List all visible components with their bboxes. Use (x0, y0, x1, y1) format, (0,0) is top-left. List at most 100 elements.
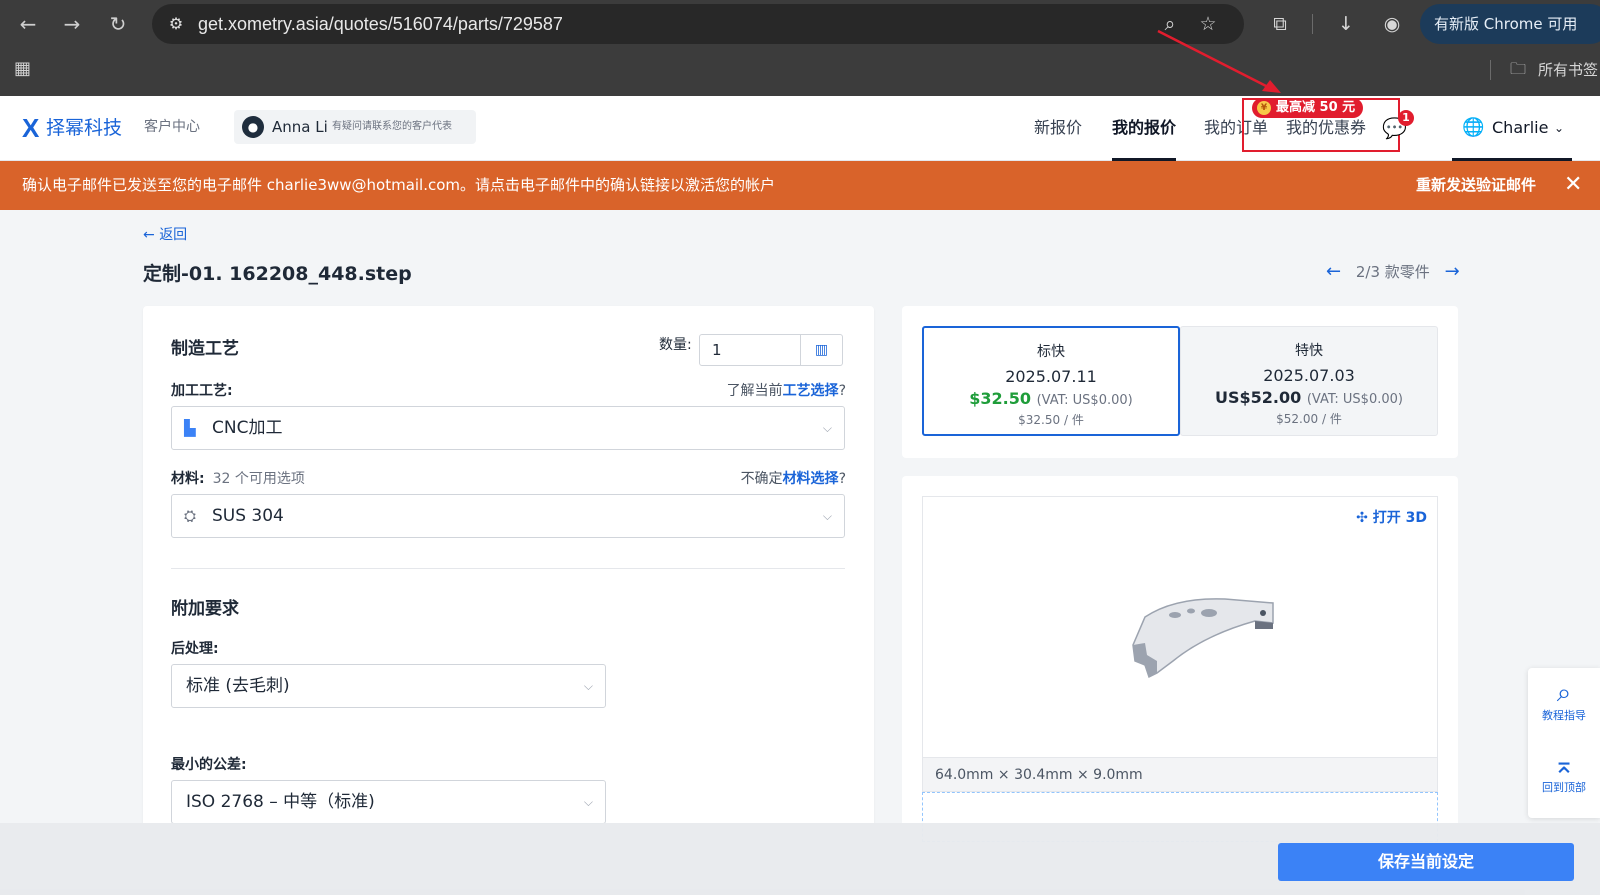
chevron-down-icon: ⌵ (583, 679, 593, 693)
process-help-prefix: 了解当前 (726, 383, 783, 399)
quantity-chart-icon[interactable]: ▥ (801, 334, 843, 366)
back-to-top-label: 回到顶部 (1542, 781, 1586, 794)
open-3d-button[interactable]: ✣ 打开 3D (1356, 507, 1427, 529)
manufacturing-title: 制造工艺 (171, 339, 239, 359)
open-3d-label: 打开 3D (1372, 510, 1427, 526)
lead-time-option-standard[interactable]: 标快 2025.07.11 $32.50 (VAT: US$0.00) $32.… (922, 326, 1180, 436)
folder-icon: 🗀 (1510, 59, 1527, 78)
process-help-link[interactable]: 了解当前工艺选择? (727, 380, 846, 402)
tolerance-label: 最小的公差: (171, 757, 247, 773)
rep-hint: 有疑问请联系您的客户代表 (332, 121, 452, 132)
account-rep-box[interactable]: ● Anna Li 有疑问请联系您的客户代表 (234, 110, 476, 144)
additional-requirements-title: 附加要求 (171, 599, 239, 619)
prev-part-arrow-icon[interactable]: ← (1326, 261, 1341, 282)
configuration-card: 制造工艺 数量: 1 ▥ 加工工艺: 了解当前工艺选择? ▙ CNC加工 ⌵ 材… (143, 306, 874, 846)
cnc-machine-icon: ▙ (184, 419, 196, 437)
chevron-down-icon: ⌵ (583, 795, 593, 809)
chevron-down-icon: ⌵ (822, 509, 832, 523)
material-select[interactable]: ⛭ SUS 304 ⌵ (171, 494, 845, 538)
nav-my-quotes[interactable]: 我的报价 (1112, 116, 1176, 140)
option-price-value: US$52.00 (1215, 388, 1302, 407)
part-dimensions: 64.0mm × 30.4mm × 9.0mm (935, 767, 1143, 783)
chrome-update-button[interactable]: 有新版 Chrome 可用 (1420, 4, 1600, 44)
option-unit-price: $52.00 / 件 (1276, 412, 1342, 426)
option-date: 2025.07.03 (1263, 366, 1355, 385)
pager-label: 2/3 款零件 (1355, 263, 1430, 281)
tolerance-value: ISO 2768 – 中等（标准) (186, 792, 375, 812)
material-help-link[interactable]: 不确定材料选择? (741, 468, 846, 490)
process-value: CNC加工 (212, 418, 283, 438)
process-label: 加工工艺: (171, 383, 233, 399)
process-select[interactable]: ▙ CNC加工 ⌵ (171, 406, 845, 450)
part-preview[interactable]: ✣ 打开 3D (922, 496, 1438, 758)
resend-email-button[interactable]: 重新发送验证邮件 (1416, 174, 1536, 196)
close-icon[interactable]: ✕ (1564, 171, 1582, 199)
reload-icon[interactable]: ↻ (104, 10, 132, 38)
option-price-value: $32.50 (969, 389, 1032, 408)
rep-name: Anna Li (272, 118, 328, 136)
bookmarks-divider (1490, 60, 1491, 80)
option-date: 2025.07.11 (1005, 367, 1097, 386)
rep-avatar-icon: ● (242, 116, 264, 138)
profile-icon[interactable]: ◉ (1378, 10, 1406, 38)
site-header: X 择幂科技 客户中心 ● Anna Li 有疑问请联系您的客户代表 新报价 我… (0, 96, 1600, 161)
arrow-up-icon: ⌅ (1553, 750, 1575, 780)
material-help-link-text[interactable]: 材料选择 (783, 471, 839, 487)
tolerance-select[interactable]: ISO 2768 – 中等（标准) ⌵ (171, 780, 606, 824)
back-arrow-icon[interactable]: ← (14, 10, 42, 38)
globe-icon[interactable]: 🌐 (1462, 117, 1484, 139)
material-icon: ⛭ (184, 507, 197, 525)
chevron-down-icon[interactable]: ⌄ (1554, 116, 1564, 140)
material-options-count: 32 个可用选项 (212, 471, 305, 487)
bottom-action-bar: 保存当前设定 (0, 823, 1600, 895)
apps-grid-icon[interactable]: ▦ (14, 58, 36, 80)
option-name: 标快 (1037, 344, 1065, 360)
quantity-input[interactable]: 1 (699, 334, 801, 366)
customer-center-link[interactable]: 客户中心 (144, 116, 200, 138)
back-link[interactable]: ← 返回 (143, 224, 187, 246)
section-divider (171, 568, 845, 569)
browser-toolbar: ← → ↻ ⚙ get.xometry.asia/quotes/516074/p… (0, 0, 1600, 96)
user-menu[interactable]: Charlie (1492, 116, 1548, 140)
material-label-text: 材料: (171, 471, 205, 487)
download-icon[interactable]: ↓ (1332, 10, 1360, 38)
all-bookmarks-link[interactable]: 所有书签 (1538, 58, 1598, 82)
extensions-icon[interactable]: ⧉ (1266, 10, 1294, 38)
bookmark-star-icon[interactable]: ☆ (1196, 12, 1220, 36)
logo-x-icon[interactable]: X (22, 114, 39, 142)
back-arrow-icon: ← (143, 227, 160, 243)
question-mark: ? (838, 383, 846, 399)
option-name: 特快 (1295, 343, 1323, 359)
zoom-icon[interactable]: ⌕ (1158, 12, 1182, 36)
material-label: 材料: 32 个可用选项 (171, 468, 305, 490)
lead-time-card: 标快 2025.07.11 $32.50 (VAT: US$0.00) $32.… (902, 306, 1458, 458)
option-price: $32.50 (VAT: US$0.00) (924, 388, 1178, 412)
logo-text[interactable]: 择幂科技 (46, 115, 122, 141)
save-settings-button[interactable]: 保存当前设定 (1278, 843, 1574, 881)
back-to-top-button[interactable]: ⌅ 回到顶部 (1528, 750, 1600, 796)
part-preview-card: ✣ 打开 3D 64.0mm × 30.4mm × 9.0mm (902, 476, 1458, 856)
option-unit-price: $32.50 / 件 (1018, 413, 1084, 427)
part-title: 定制-01. 162208_448.step (143, 263, 412, 285)
back-label: 返回 (159, 227, 188, 243)
material-value: SUS 304 (212, 506, 284, 526)
url-text[interactable]: get.xometry.asia/quotes/516074/parts/729… (198, 4, 563, 44)
rotate-3d-icon: ✣ (1356, 510, 1373, 526)
option-vat: (VAT: US$0.00) (1036, 393, 1133, 408)
forward-arrow-icon[interactable]: → (58, 10, 86, 38)
finish-select[interactable]: 标准 (去毛刺) ⌵ (171, 664, 606, 708)
chevron-down-icon: ⌵ (822, 421, 832, 435)
nav-new-quote[interactable]: 新报价 (1034, 116, 1082, 140)
site-settings-icon[interactable]: ⚙ (164, 12, 188, 36)
address-bar[interactable]: ⚙ get.xometry.asia/quotes/516074/parts/7… (152, 4, 1244, 44)
option-vat: (VAT: US$0.00) (1306, 392, 1403, 407)
next-part-arrow-icon[interactable]: → (1445, 261, 1460, 282)
lead-time-option-express[interactable]: 特快 2025.07.03 US$52.00 (VAT: US$0.00) $5… (1180, 326, 1438, 436)
process-help-link-text[interactable]: 工艺选择 (783, 383, 839, 399)
email-verification-notice: 确认电子邮件已发送至您的电子邮件 charlie3ww@hotmail.com。… (0, 161, 1600, 210)
part-thumbnail (1132, 598, 1274, 679)
dimensions-bar: 64.0mm × 30.4mm × 9.0mm (922, 758, 1438, 792)
option-price: US$52.00 (VAT: US$0.00) (1181, 387, 1437, 411)
toolbar-divider (1312, 14, 1313, 34)
tutorial-button[interactable]: ⌕ 教程指导 (1528, 678, 1600, 724)
